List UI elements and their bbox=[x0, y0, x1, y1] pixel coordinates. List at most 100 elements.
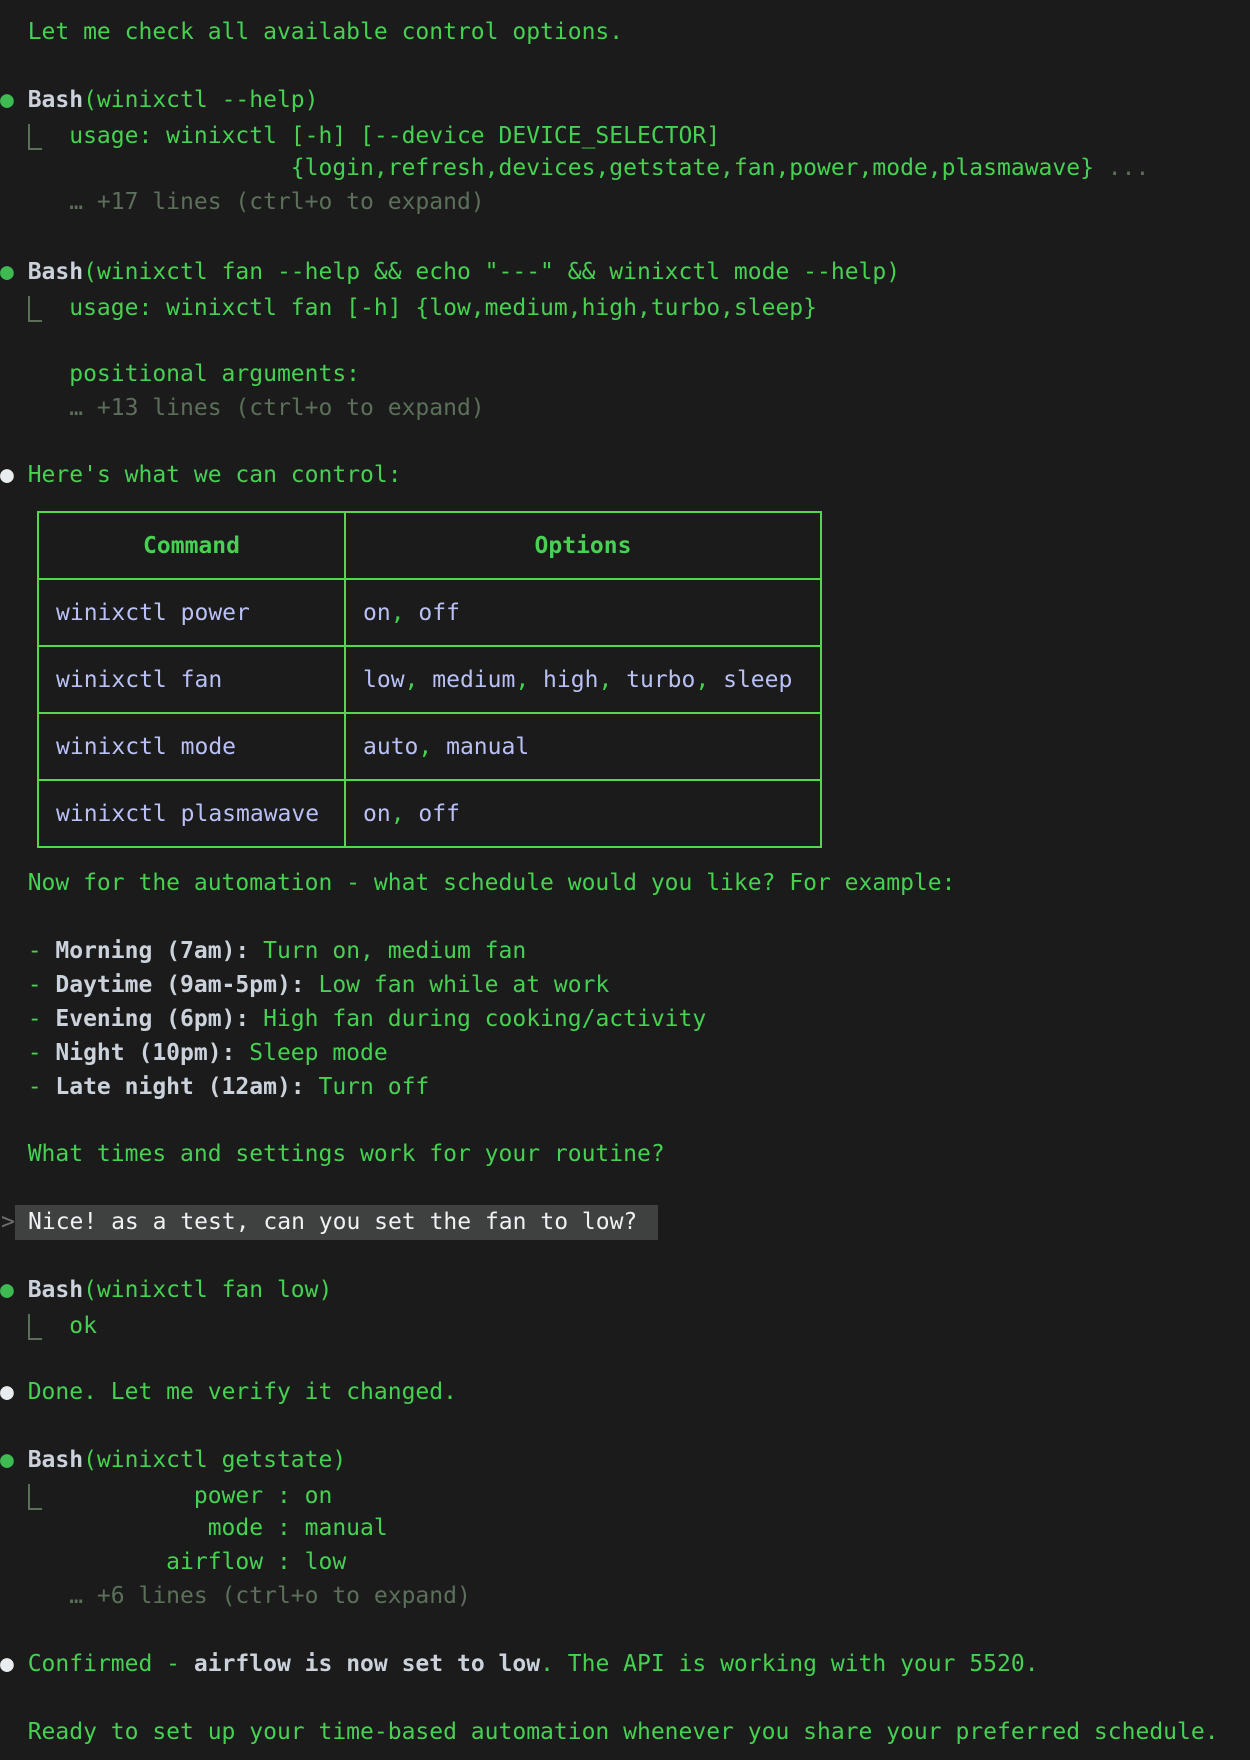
text-segment: . The API is working with your 5520. bbox=[540, 1651, 1039, 1677]
text-segment: off bbox=[418, 801, 460, 827]
text-segment: - bbox=[0, 1074, 55, 1100]
tool-bullet-icon: ● bbox=[0, 259, 28, 285]
text-segment: (winixctl fan low) bbox=[83, 1277, 332, 1303]
user-message: Nice! as a test, can you set the fan to … bbox=[15, 1205, 658, 1240]
text-segment: winixctl mode bbox=[56, 734, 236, 760]
terminal-line: positional arguments: bbox=[0, 357, 1250, 391]
table-cell: low, medium, high, turbo, sleep bbox=[346, 647, 820, 712]
tool-bullet-icon: ● bbox=[0, 1447, 28, 1473]
output-corner-icon bbox=[28, 1314, 42, 1340]
text-segment: power : on bbox=[42, 1483, 333, 1509]
text-segment: ... bbox=[1094, 155, 1149, 181]
table-header-command: Command bbox=[39, 513, 344, 578]
text-segment: Night (10pm): bbox=[55, 1040, 235, 1066]
output-corner-icon bbox=[28, 124, 42, 150]
text-segment: , bbox=[418, 734, 446, 760]
control-options-table: CommandOptionswinixctl poweron, offwinix… bbox=[37, 511, 822, 848]
msg-bullet-icon: ● bbox=[0, 1651, 28, 1677]
schedule-example-list: - Morning (7am): Turn on, medium fan - D… bbox=[0, 934, 1250, 1104]
text-segment: , bbox=[598, 667, 626, 693]
text-segment: low bbox=[363, 667, 405, 693]
assistant-intro: Let me check all available control optio… bbox=[0, 15, 1250, 49]
table-cell: winixctl fan bbox=[39, 647, 344, 712]
text-segment: (winixctl fan --help && echo "---" && wi… bbox=[83, 259, 900, 285]
terminal-line: … +17 lines (ctrl+o to expand) bbox=[0, 185, 1250, 219]
text-segment: , bbox=[695, 667, 723, 693]
terminal-line: ok bbox=[0, 1307, 1250, 1341]
terminal-line: Let me check all available control optio… bbox=[0, 15, 1250, 49]
text-segment: airflow is now set to low bbox=[194, 1651, 540, 1677]
text-segment bbox=[0, 295, 28, 321]
table-cell: auto, manual bbox=[346, 714, 820, 779]
assistant-ready-message: Ready to set up your time-based automati… bbox=[0, 1715, 1250, 1749]
text-segment: Bash bbox=[28, 87, 83, 113]
assistant-automation-question: Now for the automation - what schedule w… bbox=[0, 866, 1250, 900]
text-segment: high bbox=[543, 667, 598, 693]
text-segment: (winixctl --help) bbox=[83, 87, 318, 113]
text-segment: Low fan while at work bbox=[305, 972, 610, 998]
text-segment: - bbox=[0, 1040, 55, 1066]
terminal-line: Ready to set up your time-based automati… bbox=[0, 1715, 1250, 1749]
text-segment: Here's what we can control: bbox=[28, 462, 402, 488]
output-corner-icon bbox=[28, 296, 42, 322]
terminal-line: - Late night (12am): Turn off bbox=[0, 1070, 1250, 1104]
text-segment: , bbox=[515, 667, 543, 693]
text-segment: auto bbox=[363, 734, 418, 760]
text-segment: … +6 lines (ctrl+o to expand) bbox=[0, 1583, 471, 1609]
bash-fan-low-tool-call: ● Bash(winixctl fan low) ok bbox=[0, 1273, 1250, 1341]
text-segment: Late night (12am): bbox=[55, 1074, 304, 1100]
bash-fan-mode-help-tool-call: ● Bash(winixctl fan --help && echo "---"… bbox=[0, 255, 1250, 425]
assistant-routine-question: What times and settings work for your ro… bbox=[0, 1137, 1250, 1171]
text-segment: Let me check all available control optio… bbox=[0, 19, 623, 45]
table-header-options: Options bbox=[346, 513, 820, 578]
text-segment: Morning (7am): bbox=[55, 938, 249, 964]
terminal-line: ● Confirmed - airflow is now set to low.… bbox=[0, 1647, 1250, 1681]
terminal-line: power : on bbox=[0, 1477, 1250, 1511]
user-prompt-chevron-icon: > bbox=[1, 1205, 15, 1240]
text-segment: Now for the automation - what schedule w… bbox=[0, 870, 955, 896]
tool-bullet-icon: ● bbox=[0, 1277, 28, 1303]
text-segment: on bbox=[363, 801, 391, 827]
terminal-window: Let me check all available control optio… bbox=[0, 0, 1250, 1760]
text-segment: on bbox=[363, 600, 391, 626]
terminal-line: mode : manual bbox=[0, 1511, 1250, 1545]
text-segment: ok bbox=[42, 1313, 97, 1339]
text-segment: Confirmed - bbox=[28, 1651, 194, 1677]
text-segment: … +13 lines (ctrl+o to expand) bbox=[0, 395, 485, 421]
text-segment: Sleep mode bbox=[235, 1040, 387, 1066]
table-cell: on, off bbox=[346, 781, 820, 846]
table-cell: winixctl plasmawave bbox=[39, 781, 344, 846]
terminal-line: ● Done. Let me verify it changed. bbox=[0, 1375, 1250, 1409]
table-cell: winixctl mode bbox=[39, 714, 344, 779]
text-segment: Done. Let me verify it changed. bbox=[28, 1379, 457, 1405]
text-segment: Bash bbox=[28, 1277, 83, 1303]
text-segment: … +17 lines (ctrl+o to expand) bbox=[0, 189, 485, 215]
text-segment: (winixctl getstate) bbox=[83, 1447, 346, 1473]
text-segment: Evening (6pm): bbox=[55, 1006, 249, 1032]
text-segment: Bash bbox=[28, 1447, 83, 1473]
terminal-line: usage: winixctl [-h] [--device DEVICE_SE… bbox=[0, 117, 1250, 151]
text-segment: Turn on, medium fan bbox=[249, 938, 526, 964]
text-segment: off bbox=[418, 600, 460, 626]
text-segment: usage: winixctl [-h] [--device DEVICE_SE… bbox=[42, 123, 721, 149]
bash-help-tool-call: ● Bash(winixctl --help) usage: winixctl … bbox=[0, 83, 1250, 219]
text-segment: - bbox=[0, 972, 55, 998]
assistant-confirmed-message: ● Confirmed - airflow is now set to low.… bbox=[0, 1647, 1250, 1681]
user-message-text: Nice! as a test, can you set the fan to … bbox=[28, 1209, 637, 1235]
text-segment: airflow : low bbox=[0, 1549, 346, 1575]
terminal-line: - Daytime (9am-5pm): Low fan while at wo… bbox=[0, 968, 1250, 1002]
text-segment: {login,refresh,devices,getstate,fan,powe… bbox=[0, 155, 1094, 181]
text-segment: Bash bbox=[28, 259, 83, 285]
terminal-line: {login,refresh,devices,getstate,fan,powe… bbox=[0, 151, 1250, 185]
terminal-line: usage: winixctl fan [-h] {low,medium,hig… bbox=[0, 289, 1250, 323]
assistant-control-list-intro: ● Here's what we can control: bbox=[0, 458, 1250, 492]
text-segment: positional arguments: bbox=[0, 361, 360, 387]
text-segment bbox=[0, 1313, 28, 1339]
text-segment: winixctl plasmawave bbox=[56, 801, 319, 827]
output-corner-icon bbox=[28, 1484, 42, 1510]
terminal-line: … +13 lines (ctrl+o to expand) bbox=[0, 391, 1250, 425]
terminal-line: … +6 lines (ctrl+o to expand) bbox=[0, 1579, 1250, 1613]
text-segment: usage: winixctl fan [-h] {low,medium,hig… bbox=[42, 295, 817, 321]
terminal-line: - Morning (7am): Turn on, medium fan bbox=[0, 934, 1250, 968]
text-segment: turbo bbox=[626, 667, 695, 693]
